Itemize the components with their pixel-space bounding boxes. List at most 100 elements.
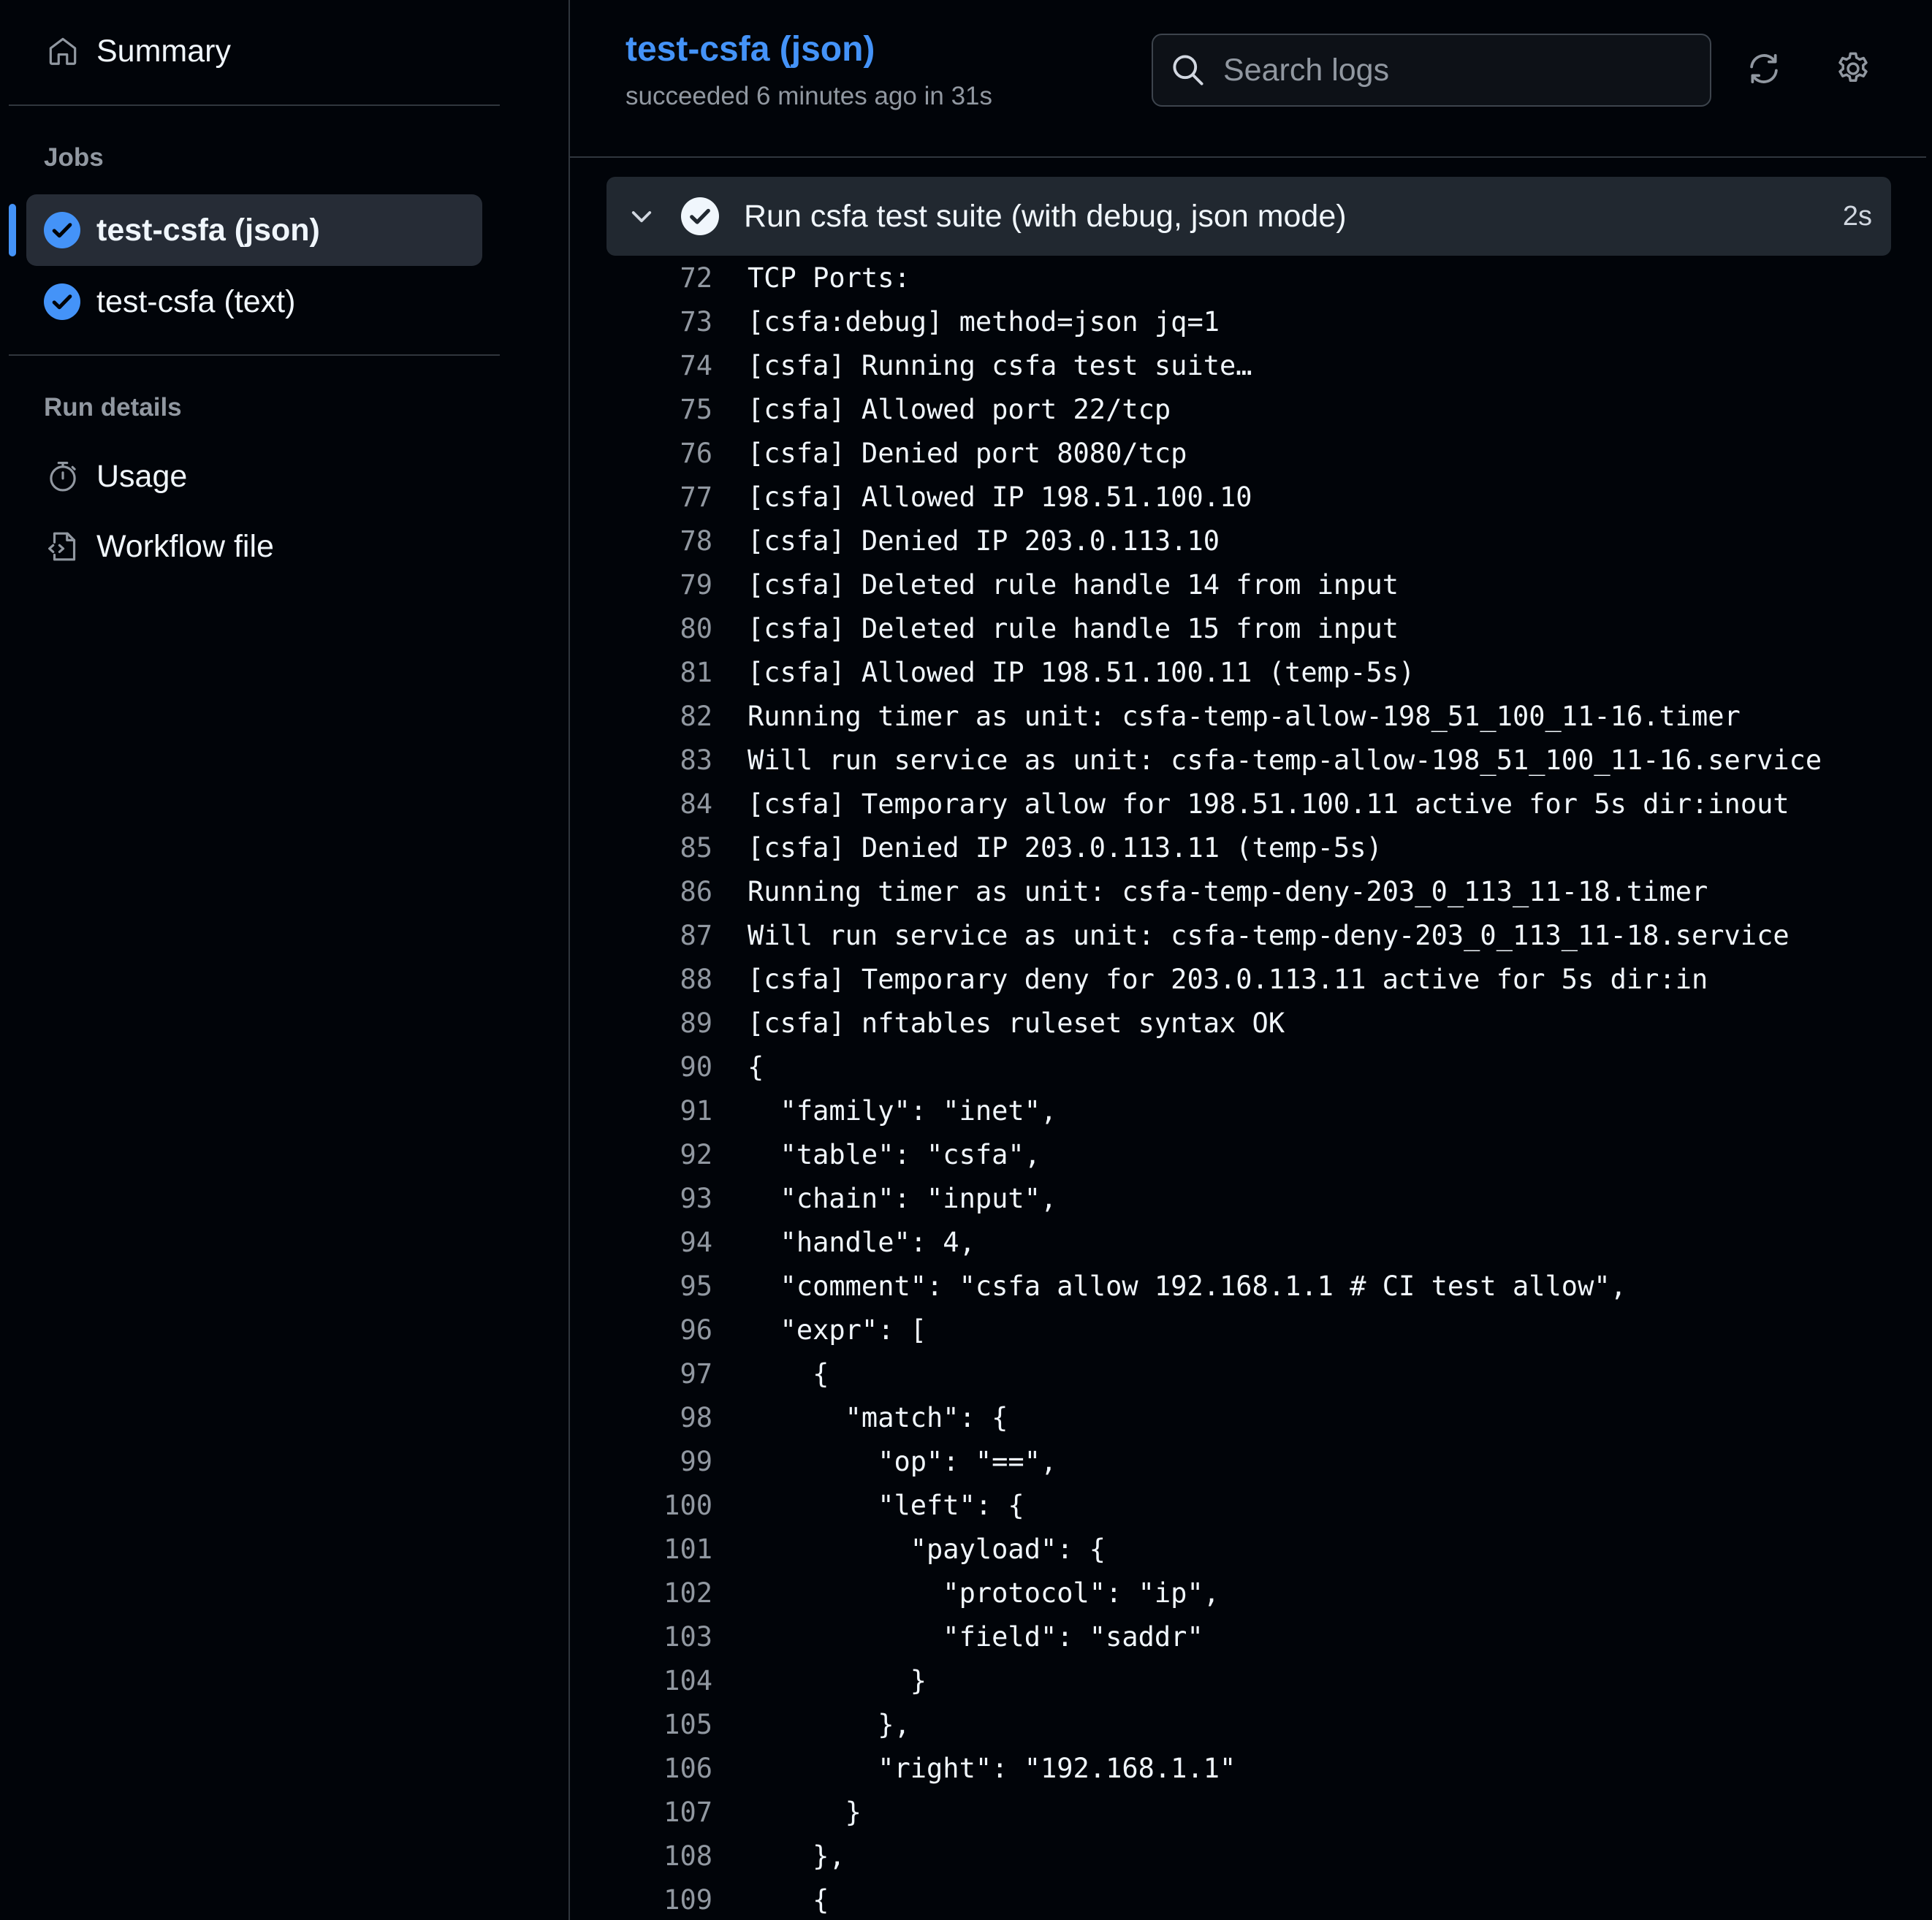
line-number[interactable]: 73 bbox=[570, 300, 712, 344]
line-number[interactable]: 107 bbox=[570, 1791, 712, 1835]
settings-button[interactable] bbox=[1831, 47, 1875, 91]
check-circle-icon bbox=[44, 212, 80, 248]
log-line: 89 [csfa] nftables ruleset syntax OK bbox=[570, 1002, 1926, 1045]
line-number[interactable]: 78 bbox=[570, 519, 712, 563]
search-input[interactable] bbox=[1222, 51, 1678, 89]
log-line: 108 }, bbox=[570, 1835, 1926, 1878]
line-number[interactable]: 83 bbox=[570, 739, 712, 782]
line-number[interactable]: 106 bbox=[570, 1747, 712, 1791]
line-number[interactable]: 108 bbox=[570, 1835, 712, 1878]
line-number[interactable]: 89 bbox=[570, 1002, 712, 1045]
log-line: 106 "right": "192.168.1.1" bbox=[570, 1747, 1926, 1791]
line-number[interactable]: 85 bbox=[570, 826, 712, 870]
log-line-text: [csfa] Denied IP 203.0.113.11 (temp-5s) bbox=[748, 832, 1383, 864]
workflow-run-page: Summary Jobs test-csfa (json) test-csfa … bbox=[0, 0, 1932, 1920]
log-line: 82 Running timer as unit: csfa-temp-allow… bbox=[570, 695, 1926, 739]
line-number[interactable]: 91 bbox=[570, 1089, 712, 1133]
log-line: 103 "field": "saddr" bbox=[570, 1615, 1926, 1659]
workflow-file-link[interactable]: Workflow file bbox=[44, 527, 274, 565]
log-line: 93 "chain": "input", bbox=[570, 1177, 1926, 1221]
line-number[interactable]: 100 bbox=[570, 1484, 712, 1528]
line-number[interactable]: 74 bbox=[570, 344, 712, 388]
check-circle-icon bbox=[681, 197, 719, 235]
log-line: 100 "left": { bbox=[570, 1484, 1926, 1528]
search-icon bbox=[1173, 55, 1203, 85]
line-number[interactable]: 84 bbox=[570, 782, 712, 826]
line-number[interactable]: 81 bbox=[570, 651, 712, 695]
header-divider bbox=[570, 156, 1926, 158]
run-details-heading: Run details bbox=[44, 393, 182, 422]
log-line-text: } bbox=[748, 1797, 862, 1828]
line-number[interactable]: 80 bbox=[570, 607, 712, 651]
log-line-text: [csfa] nftables ruleset syntax OK bbox=[748, 1007, 1285, 1039]
log-line-text: }, bbox=[748, 1709, 910, 1740]
log-line: 77 [csfa] Allowed IP 198.51.100.10 bbox=[570, 476, 1926, 519]
summary-link[interactable]: Summary bbox=[44, 32, 231, 70]
line-number[interactable]: 72 bbox=[570, 256, 712, 300]
job-label: test-csfa (text) bbox=[96, 283, 296, 319]
sync-icon bbox=[1750, 54, 1778, 83]
line-number[interactable]: 77 bbox=[570, 476, 712, 519]
line-number[interactable]: 98 bbox=[570, 1396, 712, 1440]
log-line: 80 [csfa] Deleted rule handle 15 from inp… bbox=[570, 607, 1926, 651]
log-line-text: [csfa:debug] method=json jq=1 bbox=[748, 306, 1220, 338]
job-item-test-csfa-json[interactable]: test-csfa (json) bbox=[26, 194, 482, 266]
line-number[interactable]: 82 bbox=[570, 695, 712, 739]
log-line: 75 [csfa] Allowed port 22/tcp bbox=[570, 388, 1926, 432]
log-line: 97 { bbox=[570, 1352, 1926, 1396]
line-number[interactable]: 97 bbox=[570, 1352, 712, 1396]
line-number[interactable]: 87 bbox=[570, 914, 712, 958]
usage-link[interactable]: Usage bbox=[44, 457, 187, 495]
log-line: 104 } bbox=[570, 1659, 1926, 1703]
log-line-text: [csfa] Deleted rule handle 15 from input bbox=[748, 613, 1399, 644]
log-line: 88 [csfa] Temporary deny for 203.0.113.11… bbox=[570, 958, 1926, 1002]
log-line-text: "field": "saddr" bbox=[748, 1621, 1203, 1653]
line-number[interactable]: 79 bbox=[570, 563, 712, 607]
line-number[interactable]: 92 bbox=[570, 1133, 712, 1177]
line-number[interactable]: 86 bbox=[570, 870, 712, 914]
log-line: 81 [csfa] Allowed IP 198.51.100.11 (temp-… bbox=[570, 651, 1926, 695]
log-line-text: "match": { bbox=[748, 1402, 1008, 1433]
refresh-button[interactable] bbox=[1742, 47, 1786, 91]
stopwatch-icon bbox=[44, 457, 82, 495]
step-header[interactable]: Run csfa test suite (with debug, json mo… bbox=[606, 177, 1891, 256]
line-number[interactable]: 109 bbox=[570, 1878, 712, 1920]
log-line-text: { bbox=[748, 1358, 829, 1390]
log-line-text: [csfa] Temporary deny for 203.0.113.11 a… bbox=[748, 964, 1708, 995]
log-line: 99 "op": "==", bbox=[570, 1440, 1926, 1484]
line-number[interactable]: 88 bbox=[570, 958, 712, 1002]
jobs-heading: Jobs bbox=[44, 143, 104, 172]
line-number[interactable]: 93 bbox=[570, 1177, 712, 1221]
line-number[interactable]: 96 bbox=[570, 1308, 712, 1352]
log-line-text: "op": "==", bbox=[748, 1446, 1057, 1477]
log-line-text: TCP Ports: bbox=[748, 262, 910, 294]
line-number[interactable]: 95 bbox=[570, 1265, 712, 1308]
log-line-text: { bbox=[748, 1884, 829, 1916]
log-line-text: [csfa] Denied port 8080/tcp bbox=[748, 438, 1187, 469]
step-name: Run csfa test suite (with debug, json mo… bbox=[744, 198, 1347, 234]
log-line: 105 }, bbox=[570, 1703, 1926, 1747]
log-line: 90 { bbox=[570, 1045, 1926, 1089]
line-number[interactable]: 75 bbox=[570, 388, 712, 432]
line-number[interactable]: 104 bbox=[570, 1659, 712, 1703]
workflow-file-label: Workflow file bbox=[96, 528, 274, 564]
log-line: 84 [csfa] Temporary allow for 198.51.100.… bbox=[570, 782, 1926, 826]
line-number[interactable]: 105 bbox=[570, 1703, 712, 1747]
file-code-icon bbox=[44, 527, 82, 565]
job-item-test-csfa-text[interactable]: test-csfa (text) bbox=[26, 266, 482, 338]
line-number[interactable]: 102 bbox=[570, 1572, 712, 1615]
line-number[interactable]: 101 bbox=[570, 1528, 712, 1572]
sidebar: Summary Jobs test-csfa (json) test-csfa … bbox=[0, 0, 570, 1920]
line-number[interactable]: 99 bbox=[570, 1440, 712, 1484]
sidebar-divider bbox=[9, 354, 500, 356]
log-line: 79 [csfa] Deleted rule handle 14 from inp… bbox=[570, 563, 1926, 607]
line-number[interactable]: 76 bbox=[570, 432, 712, 476]
log-line: 102 "protocol": "ip", bbox=[570, 1572, 1926, 1615]
search-logs-box[interactable] bbox=[1152, 34, 1711, 107]
log-line-text: { bbox=[748, 1051, 764, 1083]
line-number[interactable]: 90 bbox=[570, 1045, 712, 1089]
log-line: 109 { bbox=[570, 1878, 1926, 1920]
line-number[interactable]: 103 bbox=[570, 1615, 712, 1659]
line-number[interactable]: 94 bbox=[570, 1221, 712, 1265]
log-line: 92 "table": "csfa", bbox=[570, 1133, 1926, 1177]
